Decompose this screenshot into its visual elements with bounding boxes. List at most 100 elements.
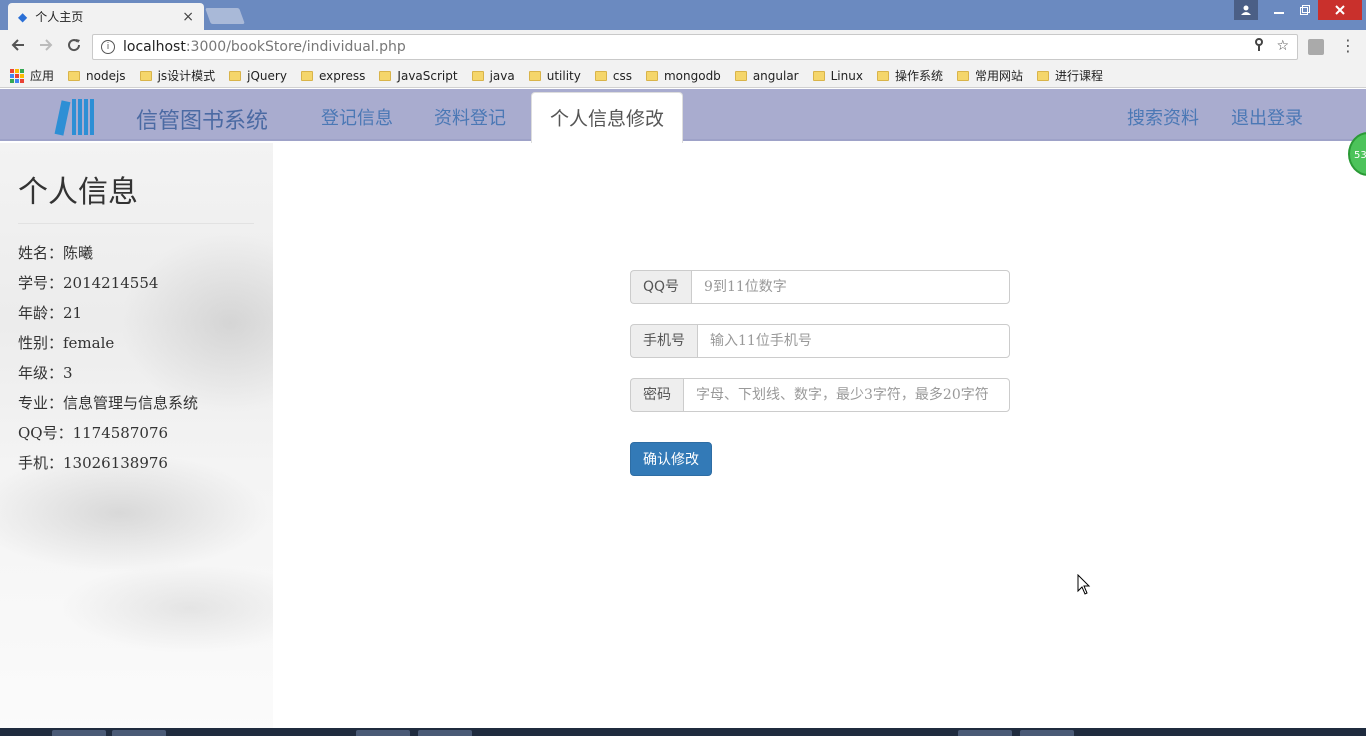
sidebar-title: 个人信息 [18,175,138,210]
bookmark-label: 常用网站 [974,69,1023,83]
nav-register-info[interactable]: 登记信息 [321,104,393,130]
bookmark-label: 操作系统 [894,69,943,83]
folder-icon [1037,70,1049,81]
minimize-icon[interactable] [1266,0,1292,20]
bookmark-folder[interactable]: jQuery [229,69,287,83]
browser-tab[interactable]: ◆ 个人主页 × [8,3,204,30]
password-input-group: 密码 [630,378,1010,412]
folder-icon [68,70,81,81]
taskbar-item[interactable] [52,730,106,736]
bookmark-label: jQuery [247,68,287,83]
qq-input-group: QQ号 [630,270,1010,304]
qq-label: QQ号 [630,270,692,304]
profile-info-item: 专业：信息管理与信息系统 [18,394,199,412]
bookmark-label: nodejs [86,68,126,83]
user-profile-icon[interactable] [1234,0,1258,20]
reload-icon[interactable] [64,37,84,57]
bookmark-folder[interactable]: 常用网站 [956,67,1023,84]
back-arrow-icon[interactable] [8,37,28,57]
bookmark-label: JavaScript [397,68,458,83]
taskbar-item[interactable] [356,730,410,736]
phone-input[interactable] [697,324,1010,358]
extension-icon[interactable] [1308,39,1324,55]
folder-icon [734,70,747,81]
taskbar-item[interactable] [958,730,1012,736]
bookmark-label: utility [546,68,581,83]
window-close-icon[interactable] [1318,0,1362,20]
site-navbar: 信管图书系统 登记信息 资料登记 个人信息修改 搜索资料 退出登录 [0,89,1366,143]
profile-info-list: 姓名：陈曦 学号：2014214554 年龄：21 性别：female 年级：3 专业：信… [18,241,198,481]
password-label: 密码 [630,378,683,412]
bookmark-label: css [612,68,632,83]
bookmark-label: js设计模式 [157,69,216,83]
sidebar-divider [18,223,254,224]
folder-icon [229,70,242,81]
books-logo-icon[interactable] [54,95,96,136]
nav-edit-profile-active[interactable]: 个人信息修改 [531,92,683,143]
restore-icon[interactable] [1292,0,1318,20]
nav-search[interactable]: 搜索资料 [1127,104,1199,130]
bookmark-label: express [318,68,366,83]
tab-title: 个人主页 [35,10,84,24]
bookmark-star-icon[interactable]: ☆ [1276,38,1289,56]
bookmark-label: angular [752,68,799,83]
profile-info-item: 年龄：21 [18,304,83,322]
folder-icon [876,70,889,81]
site-info-icon[interactable]: i [101,40,115,54]
browser-menu-icon[interactable]: ⋮ [1340,36,1356,55]
bookmark-folder[interactable]: mongodb [645,68,721,83]
folder-icon [956,70,969,81]
profile-info-item: 学号：2014214554 [18,274,159,292]
bookmark-folder[interactable]: nodejs [68,69,126,83]
folder-icon [594,70,607,81]
bookmark-label: 进行课程 [1055,69,1104,83]
folder-icon [300,70,313,81]
bookmark-folder[interactable]: angular [734,68,799,83]
bookmark-folder[interactable]: java [471,68,515,83]
bookmark-apps[interactable]: 应用 [10,67,54,84]
url-path: :3000/bookStore/individual.php [185,39,406,55]
bookmark-label: mongodb [663,68,721,83]
url-host: localhost [123,39,186,55]
taskbar-item[interactable] [1020,730,1074,736]
profile-sidebar: 个人信息 姓名：陈曦 学号：2014214554 年龄：21 性别：female 年级：… [0,143,273,736]
page-favicon-icon: ◆ [18,9,28,24]
bookmark-folder[interactable]: css [594,68,632,83]
apps-grid-icon [10,68,24,83]
profile-info-item: 年级：3 [18,364,73,382]
phone-label: 手机号 [630,324,697,358]
confirm-edit-button[interactable]: 确认修改 [630,442,712,476]
qq-input[interactable] [691,270,1010,304]
bookmark-folder[interactable]: js设计模式 [139,67,216,84]
bookmark-folder[interactable]: Linux [812,68,863,83]
phone-input-group: 手机号 [630,324,1010,358]
ink-painting-decoration [60,563,273,653]
bookmark-folder[interactable]: express [300,68,366,83]
brand-name[interactable]: 信管图书系统 [136,103,268,135]
tab-close-icon[interactable]: × [182,9,194,25]
nav-data-register[interactable]: 资料登记 [434,104,506,130]
bookmark-folder[interactable]: utility [528,68,581,83]
password-input[interactable] [683,378,1010,412]
bookmark-folder[interactable]: 操作系统 [876,67,943,84]
bookmark-folder[interactable]: JavaScript [379,68,458,83]
profile-info-item: 姓名：陈曦 [18,244,94,262]
profile-info-item: 手机：13026138976 [18,454,168,472]
key-icon[interactable] [1254,38,1264,56]
profile-info-item: QQ号：1174587076 [18,424,169,442]
forward-arrow-icon[interactable] [36,37,56,57]
folder-icon [471,70,484,81]
address-bar[interactable]: i localhost:3000/bookStore/individual.ph… [92,34,1298,60]
folder-icon [139,70,152,81]
bookmark-label: java [489,68,515,83]
new-tab-button[interactable] [205,8,245,24]
browser-toolbar: i localhost:3000/bookStore/individual.ph… [0,30,1366,64]
nav-logout[interactable]: 退出登录 [1231,104,1303,130]
taskbar-item[interactable] [418,730,472,736]
bookmark-folder[interactable]: 进行课程 [1037,67,1103,84]
taskbar-item[interactable] [112,730,166,736]
folder-icon [645,70,658,81]
bookmark-label: Linux [830,68,863,83]
bookmarks-bar: 应用 nodejs js设计模式 jQuery express JavaScript jav… [0,64,1366,88]
folder-icon [812,70,825,81]
